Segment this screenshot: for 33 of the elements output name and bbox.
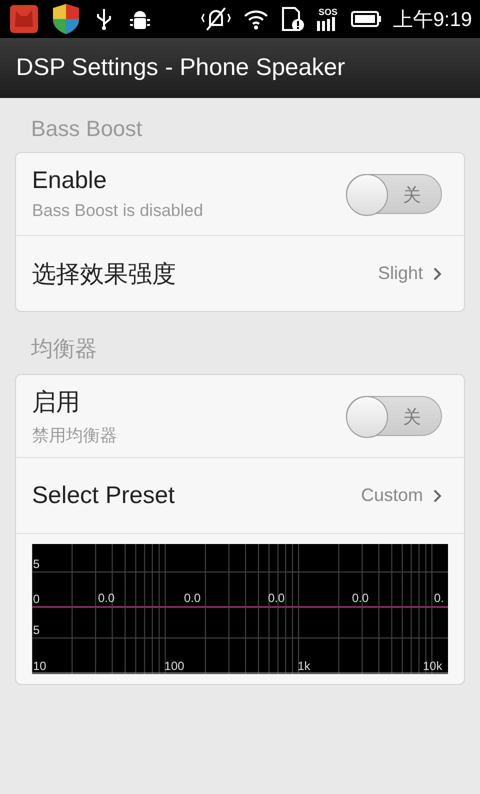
preference-title[interactable]: 选择效果强度: [32, 258, 378, 290]
section-header: 均衡器: [30, 335, 98, 363]
window-title: DSP Settings - Phone Speaker: [16, 54, 346, 82]
chevron-icon: [433, 266, 442, 280]
preference-title: Enable: [32, 167, 108, 195]
preference-value: Custom: [360, 485, 423, 506]
axis-label: 10: [33, 659, 46, 673]
section-header: Bass Boost: [30, 116, 144, 143]
chevron-icon: [433, 488, 442, 502]
muted-bell-icon: [201, 6, 232, 32]
shield-icon: [52, 3, 80, 35]
axis-label: 5: [33, 623, 40, 637]
clock: 上午9:19: [393, 8, 472, 32]
axis-label: 5: [33, 557, 40, 571]
preference-value: Slight: [378, 263, 423, 284]
axis-label: 10k: [422, 659, 442, 673]
axis-label: 1k: [298, 659, 310, 673]
signal-label: SOS: [318, 8, 338, 16]
preference-summary: Bass Boost is disabled: [32, 201, 204, 221]
band-value: 0.0: [268, 591, 285, 605]
band-value: 0.: [434, 591, 444, 605]
axis-label: 0: [33, 592, 40, 606]
preference-title: 启用: [32, 388, 81, 418]
wifi-icon: [243, 8, 270, 30]
preference-title[interactable]: Select Preset: [32, 482, 361, 510]
battery-icon: [351, 11, 382, 27]
band-value: 0.0: [352, 591, 369, 605]
preference-summary: 禁用均衡器: [32, 424, 118, 446]
sim-alert-icon: [281, 6, 306, 32]
band-value: 0.0: [184, 591, 201, 605]
band-value: 0.0: [98, 591, 115, 605]
axis-label: 100: [164, 659, 184, 673]
usb-icon: [94, 7, 114, 31]
